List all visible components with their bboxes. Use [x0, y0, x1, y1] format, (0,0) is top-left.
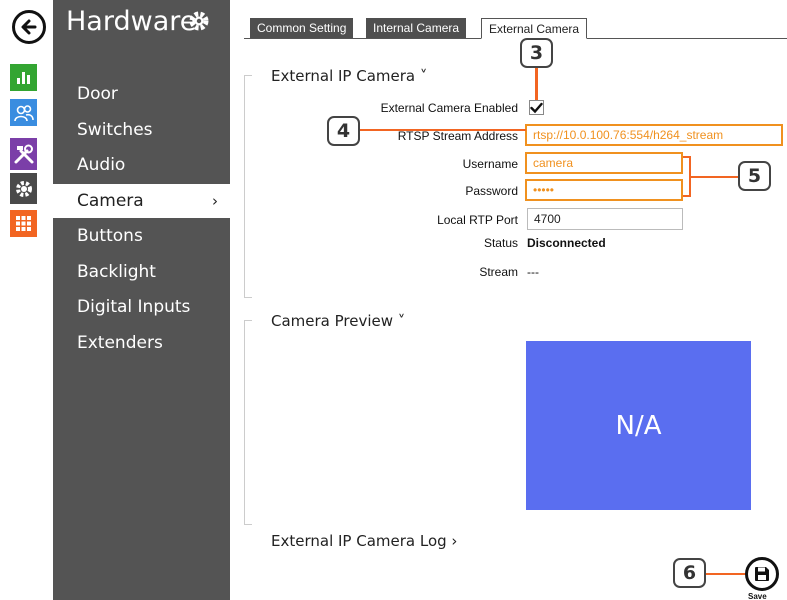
save-label: Save — [748, 592, 767, 600]
rtsp-stream-address-field[interactable]: rtsp://10.0.100.76:554/h264_stream — [525, 124, 783, 146]
preview-placeholder-text: N/A — [615, 410, 662, 441]
callout-4-connector — [358, 129, 526, 131]
password-field[interactable]: ••••• — [525, 179, 683, 201]
floppy-disk-icon — [755, 567, 769, 581]
sidebar-item-label: Digital Inputs — [77, 297, 191, 317]
callout-6-connector — [706, 573, 746, 575]
enabled-label: External Camera Enabled — [380, 101, 518, 115]
back-button[interactable] — [12, 10, 46, 44]
users-icon[interactable] — [10, 99, 37, 126]
camera-preview-image: N/A — [526, 341, 751, 510]
section-external-ip-camera-log[interactable]: External IP Camera Log › — [271, 532, 457, 550]
local-rtp-port-field[interactable]: 4700 — [527, 208, 683, 230]
username-field[interactable]: camera — [525, 152, 683, 174]
callout-6: 6 — [673, 558, 706, 588]
sidebar-item-switches[interactable]: Switches — [53, 113, 230, 147]
sidebar-item-label: Audio — [77, 155, 126, 175]
grid-icon[interactable] — [10, 210, 37, 237]
callout-4: 4 — [327, 116, 360, 146]
sidebar-item-backlight[interactable]: Backlight — [53, 255, 230, 289]
sidebar-item-label: Buttons — [77, 226, 143, 246]
sidebar-item-door[interactable]: Door — [53, 77, 230, 111]
bar-chart-icon[interactable] — [10, 64, 37, 91]
status-label: Status — [483, 236, 518, 250]
settings-gear-icon — [186, 8, 212, 39]
arrow-left-icon — [21, 19, 37, 35]
stream-label: Stream — [479, 265, 518, 279]
callout-3-connector — [535, 67, 538, 100]
sidebar-item-label: Extenders — [77, 333, 163, 353]
sidebar-item-label: Camera — [77, 191, 144, 211]
sidebar-item-buttons[interactable]: Buttons — [53, 219, 230, 253]
tools-icon[interactable] — [10, 138, 37, 170]
tab-common-setting[interactable]: Common Setting — [250, 18, 354, 38]
section-bracket — [244, 75, 252, 298]
external-camera-enabled-checkbox[interactable] — [529, 100, 544, 115]
tab-external-camera[interactable]: External Camera — [481, 18, 588, 39]
check-icon — [530, 102, 543, 113]
callout-3: 3 — [520, 38, 553, 68]
stream-value: --- — [527, 265, 539, 279]
sidebar-item-audio[interactable]: Audio — [53, 148, 230, 182]
sidebar-item-label: Door — [77, 84, 118, 104]
tab-internal-camera[interactable]: Internal Camera — [366, 18, 467, 38]
section-external-ip-camera[interactable]: External IP Camera ˅ — [271, 67, 427, 85]
chevron-right-icon: › — [212, 192, 218, 210]
sidebar: Hardware Door Switches Audio Camera › But… — [53, 0, 230, 600]
callout-5: 5 — [738, 161, 771, 191]
sidebar-item-extenders[interactable]: Extenders — [53, 326, 230, 360]
sidebar-item-digital-inputs[interactable]: Digital Inputs — [53, 290, 230, 324]
status-value: Disconnected — [527, 236, 606, 250]
sidebar-item-label: Backlight — [77, 262, 156, 282]
callout-5-connector — [690, 176, 738, 178]
rtp-port-label: Local RTP Port — [437, 213, 518, 227]
section-bracket — [244, 320, 252, 525]
username-label: Username — [462, 157, 518, 171]
section-camera-preview[interactable]: Camera Preview ˅ — [271, 312, 405, 330]
sidebar-item-camera[interactable]: Camera › — [53, 184, 230, 218]
password-label: Password — [465, 184, 518, 198]
gear-icon[interactable] — [10, 173, 37, 204]
callout-5-bracket-bottom — [683, 195, 691, 197]
save-button[interactable] — [745, 557, 779, 591]
sidebar-item-label: Switches — [77, 120, 153, 140]
page-title: Hardware — [66, 6, 197, 37]
